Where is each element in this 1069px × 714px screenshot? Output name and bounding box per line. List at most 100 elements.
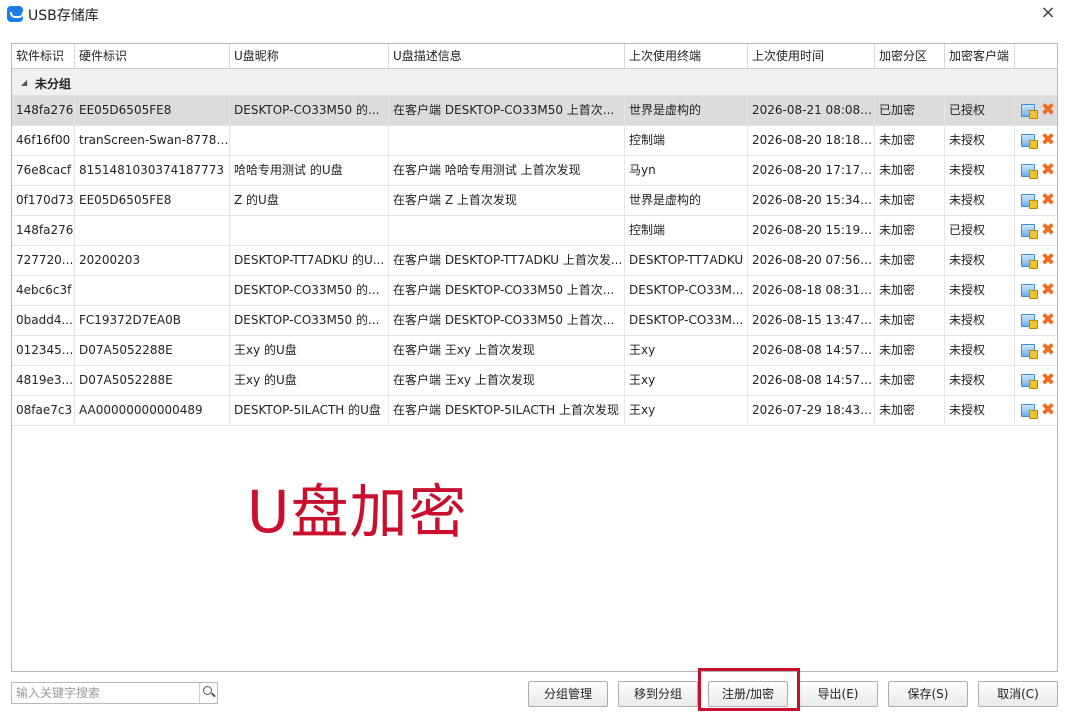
hardware-id-cell [75,276,230,306]
delete-icon[interactable]: ✖ [1039,130,1057,150]
table-row[interactable]: 0badd4... FC19372D7EA0B DESKTOP-CO33M50 的.… [12,306,1057,336]
hardware-id-cell: EE05D6505FE8 [75,186,230,216]
row-actions: ✖ [1015,336,1057,366]
group-label: 未分组 [35,77,72,91]
row-actions: ✖ [1015,96,1057,126]
description-cell: 在客户端 王xy 上首次发现 [389,336,625,366]
table-row[interactable]: 46f16f00 tranScreen-Swan-87783... 控制端 2026-… [12,126,1057,156]
search-icon[interactable] [199,683,217,703]
edit-icon[interactable] [1021,254,1038,269]
software-id-cell: 4ebc6c3f [12,276,75,306]
edit-icon[interactable] [1021,404,1038,419]
col-encryption-client-header[interactable]: 加密客户端 [945,44,1015,69]
highlight-box [698,668,800,711]
delete-icon[interactable]: ✖ [1039,370,1057,390]
hardware-id-cell: 20200203 [75,246,230,276]
edit-icon[interactable] [1021,194,1038,209]
nickname-cell: DESKTOP-CO33M50 的... [230,96,389,126]
col-last-terminal-header[interactable]: 上次使用终端 [625,44,748,69]
edit-icon[interactable] [1021,314,1038,329]
delete-icon[interactable]: ✖ [1039,220,1057,240]
last-terminal-cell: 世界是虚构的 [625,96,748,126]
description-cell: 在客户端 DESKTOP-CO33M50 上首次... [389,306,625,336]
delete-icon[interactable]: ✖ [1039,400,1057,420]
edit-icon[interactable] [1021,134,1038,149]
actions-header [1015,44,1057,69]
delete-icon[interactable]: ✖ [1039,340,1057,360]
close-button[interactable]: × [1035,2,1061,26]
col-encrypted-partition-header[interactable]: 加密分区 [875,44,945,69]
nickname-cell: DESKTOP-CO33M50 的... [230,306,389,336]
row-actions: ✖ [1015,156,1057,186]
software-id-cell: 012345... [12,336,75,366]
search-box [11,682,218,704]
nickname-cell: DESKTOP-CO33M50 的... [230,276,389,306]
save-button[interactable]: 保存(S) [888,681,968,707]
hardware-id-cell: D07A5052288E [75,336,230,366]
last-used-time-cell: 2026-08-20 15:34:23 [748,186,875,216]
row-actions: ✖ [1015,306,1057,336]
encrypted-partition-cell: 未加密 [875,216,945,246]
last-terminal-cell: 马yn [625,156,748,186]
last-terminal-cell: 控制端 [625,216,748,246]
encryption-client-cell: 已授权 [945,216,1015,246]
hardware-id-cell: tranScreen-Swan-87783... [75,126,230,156]
table-row[interactable]: 148fa276 控制端 2026-08-20 15:19:28 未加密 已授权 ✖ [12,216,1057,246]
last-used-time-cell: 2026-08-20 18:18:36 [748,126,875,156]
software-id-cell: 08fae7c3 [12,396,75,426]
export-button[interactable]: 导出(E) [798,681,878,707]
edit-icon[interactable] [1021,104,1038,119]
description-cell: 在客户端 Z 上首次发现 [389,186,625,216]
encryption-client-cell: 未授权 [945,246,1015,276]
table-row[interactable]: 148fa276 EE05D6505FE8 DESKTOP-CO33M50 的...… [12,96,1057,126]
last-used-time-cell: 2026-08-21 08:08:55 [748,96,875,126]
app-logo-icon [7,6,24,22]
edit-icon[interactable] [1021,344,1038,359]
annotation-text: U盘加密 [247,478,468,546]
delete-icon[interactable]: ✖ [1039,160,1057,180]
table-row[interactable]: 4819e3... D07A5052288E 王xy 的U盘 在客户端 王xy 上首次… [12,366,1057,396]
table-row[interactable]: 012345... D07A5052288E 王xy 的U盘 在客户端 王xy 上首次… [12,336,1057,366]
last-used-time-cell: 2026-08-20 07:56:31 [748,246,875,276]
edit-icon[interactable] [1021,224,1038,239]
encrypted-partition-cell: 未加密 [875,126,945,156]
encryption-client-cell: 未授权 [945,366,1015,396]
table-row[interactable]: 4ebc6c3f DESKTOP-CO33M50 的... 在客户端 DESKTOP… [12,276,1057,306]
nickname-cell: DESKTOP-5ILACTH 的U盘 [230,396,389,426]
last-terminal-cell: 王xy [625,336,748,366]
table-row[interactable]: 0f170d73 EE05D6505FE8 Z 的U盘 在客户端 Z 上首次发现 世界是… [12,186,1057,216]
delete-icon[interactable]: ✖ [1039,310,1057,330]
edit-icon[interactable] [1021,284,1038,299]
edit-icon[interactable] [1021,164,1038,179]
col-usb-nickname-header[interactable]: U盘昵称 [230,44,389,69]
software-id-cell: 0badd4... [12,306,75,336]
cancel-button[interactable]: 取消(C) [978,681,1058,707]
hardware-id-cell: AA00000000000489 [75,396,230,426]
software-id-cell: 46f16f00 [12,126,75,156]
group-row-ungrouped[interactable]: ◢ 未分组 [12,69,1057,96]
encrypted-partition-cell: 未加密 [875,336,945,366]
move-to-group-button[interactable]: 移到分组 [618,681,698,707]
delete-icon[interactable]: ✖ [1039,100,1057,120]
col-last-used-time-header[interactable]: 上次使用时间 [748,44,875,69]
nickname-cell: 哈哈专用测试 的U盘 [230,156,389,186]
description-cell: 在客户端 DESKTOP-TT7ADKU 上首次发... [389,246,625,276]
table-row[interactable]: 76e8cacf 8151481030374187773 哈哈专用测试 的U盘 在客户… [12,156,1057,186]
nickname-cell [230,216,389,246]
delete-icon[interactable]: ✖ [1039,250,1057,270]
collapse-arrow-icon[interactable]: ◢ [21,78,27,87]
table-row[interactable]: 08fae7c3 AA00000000000489 DESKTOP-5ILACTH … [12,396,1057,426]
delete-icon[interactable]: ✖ [1039,190,1057,210]
delete-icon[interactable]: ✖ [1039,280,1057,300]
search-input[interactable] [12,683,200,703]
table-row[interactable]: 727720... 20200203 DESKTOP-TT7ADKU 的U... 在客… [12,246,1057,276]
edit-icon[interactable] [1021,374,1038,389]
row-actions: ✖ [1015,246,1057,276]
encrypted-partition-cell: 未加密 [875,366,945,396]
description-cell [389,126,625,156]
col-hardware-id-header[interactable]: 硬件标识 [75,44,230,69]
group-manage-button[interactable]: 分组管理 [528,681,608,707]
title-bar: USB存储库 × [0,0,1069,30]
col-software-id-header[interactable]: 软件标识 [12,44,75,69]
col-usb-description-header[interactable]: U盘描述信息 [389,44,625,69]
